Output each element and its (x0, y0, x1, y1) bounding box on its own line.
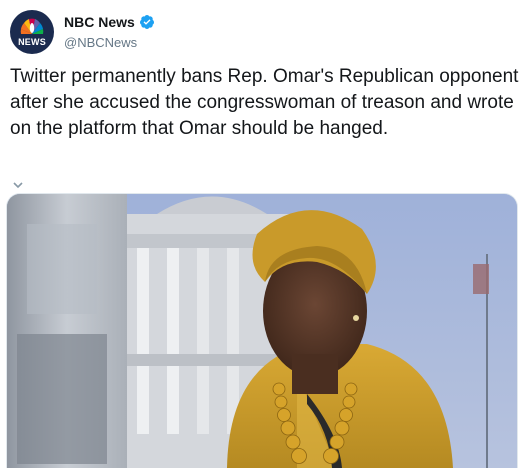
tweet-photo[interactable] (6, 193, 518, 468)
display-name[interactable]: NBC News (64, 14, 135, 30)
caret-down-icon[interactable] (12, 181, 24, 189)
tweet-header: NEWS NBC News @NBCNews (10, 10, 510, 58)
nbc-peacock-logo (20, 18, 44, 34)
photo-image (7, 194, 517, 468)
account-names: NBC News @NBCNews (64, 14, 155, 50)
avatar[interactable]: NEWS (10, 10, 54, 54)
tweet-card: NEWS NBC News @NBCNews Twitter permanent… (0, 0, 524, 468)
tweet-text: Twitter permanently bans Rep. Omar's Rep… (10, 66, 519, 139)
avatar-label: NEWS (18, 37, 46, 47)
verified-badge-icon (139, 14, 155, 30)
account-handle[interactable]: @NBCNews (64, 35, 155, 50)
